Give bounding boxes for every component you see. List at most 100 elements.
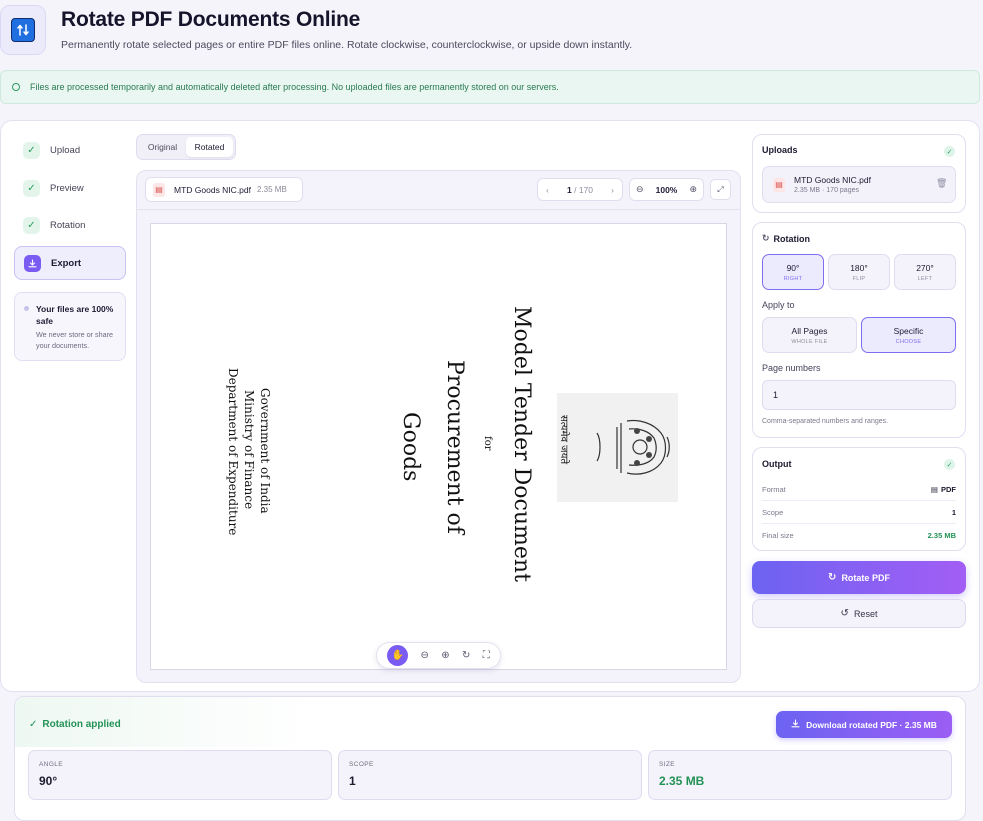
check-icon: ✓	[29, 719, 38, 730]
check-icon: ✓	[23, 216, 40, 234]
doc-for: for	[482, 436, 493, 451]
rotation-applied-text: Rotation applied	[42, 719, 121, 730]
step-preview[interactable]: ✓ Preview	[14, 171, 126, 205]
rotate-pdf-label: Rotate PDF	[841, 572, 890, 583]
rotate-90-button[interactable]: 90° RIGHT	[762, 254, 824, 290]
doc-gov-line2: Ministry of Finance	[242, 390, 256, 510]
apply-all-label: All Pages	[791, 325, 828, 336]
stat-angle: ANGLE 90°	[28, 750, 332, 800]
zoom-in-icon[interactable]: ⊕	[689, 184, 697, 195]
step-label: Preview	[50, 182, 84, 194]
zoom-control: ⊖ 100% ⊕	[629, 178, 704, 201]
rotate-270-angle: 270°	[916, 262, 934, 273]
step-upload[interactable]: ✓ Upload	[14, 133, 126, 167]
expand-icon[interactable]: ⤢	[710, 179, 731, 200]
page-current[interactable]: 1	[567, 185, 572, 195]
uploads-title: Uploads	[762, 145, 798, 155]
step-label: Export	[51, 257, 82, 269]
privacy-notice: Files are processed temporarily and auto…	[0, 70, 980, 104]
uploaded-file[interactable]: ▤ MTD Goods NIC.pdf 2.35 MB · 170 pages	[762, 166, 956, 203]
viewer-file-pill: ▤ MTD Goods NIC.pdf 2.35 MB	[145, 177, 303, 202]
national-emblem	[557, 393, 678, 502]
fullscreen-icon[interactable]: ⛶	[483, 650, 490, 661]
check-icon: ✓	[23, 179, 40, 197]
page-numbers-hint: Comma-separated numbers and ranges.	[762, 418, 889, 425]
doc-goods: Goods	[398, 412, 423, 482]
zoom-out-icon[interactable]: ⊖	[421, 650, 429, 661]
stat-value: 2.35 MB	[659, 774, 705, 788]
zoom-level: 100%	[655, 184, 678, 195]
zoom-out-icon[interactable]: ⊖	[636, 184, 644, 195]
chevron-left-icon[interactable]: ‹	[546, 185, 549, 195]
step-export[interactable]: Export	[14, 246, 126, 280]
download-icon	[24, 254, 41, 272]
step-rotation[interactable]: ✓ Rotation	[14, 208, 126, 242]
viewer-file-size: 2.35 MB	[257, 185, 287, 194]
viewer-file-name: MTD Goods NIC.pdf	[174, 184, 251, 195]
apply-specific-button[interactable]: Specific CHOOSE	[861, 317, 956, 353]
stat-value: 90°	[39, 774, 58, 788]
view-tabs: Original Rotated	[136, 134, 236, 160]
app-logo	[0, 5, 46, 55]
doc-gov-line1: Government of India	[258, 388, 272, 514]
privacy-notice-text: Files are processed temporarily and auto…	[30, 82, 559, 92]
output-row-scope: Scope 1	[762, 501, 956, 524]
rotate-180-angle: 180°	[850, 262, 868, 273]
stat-size: SIZE 2.35 MB	[648, 750, 952, 800]
output-key: Scope	[762, 507, 784, 517]
stat-value: 1	[349, 774, 356, 788]
rotate-icon: ↻	[828, 572, 837, 583]
output-key: Final size	[762, 531, 794, 540]
lock-icon	[24, 306, 29, 311]
trash-icon[interactable]: 🗑	[936, 178, 947, 189]
apply-all-sub: WHOLE FILE	[791, 338, 828, 345]
rotate-180-button[interactable]: 180° FLIP	[828, 254, 890, 290]
page-navigator: ‹ 1 / 170 ›	[537, 178, 623, 201]
output-value: 2.35 MB	[927, 531, 956, 540]
doc-title: Model Tender Document	[509, 306, 534, 582]
refresh-icon[interactable]: ↻	[462, 650, 470, 661]
page-numbers-input[interactable]: 1	[762, 380, 956, 410]
page-subtitle: Permanently rotate selected pages or ent…	[61, 39, 633, 51]
page-total: / 170	[574, 184, 593, 195]
rotate-icon: ↻	[762, 233, 770, 243]
check-icon: ✓	[23, 141, 40, 159]
zoom-in-icon[interactable]: ⊕	[441, 650, 449, 661]
rotate-270-label: LEFT	[917, 275, 933, 282]
safe-info-box: Your files are 100% safe We never store …	[14, 292, 126, 361]
tab-rotated[interactable]: Rotated	[186, 137, 233, 157]
reset-button[interactable]: ↺ Reset	[752, 599, 966, 628]
safe-title: Your files are 100% safe	[36, 304, 114, 326]
stat-key: SIZE	[659, 761, 676, 768]
page-numbers-label: Page numbers	[762, 363, 821, 373]
rotate-270-button[interactable]: 270° LEFT	[894, 254, 956, 290]
output-title: Output	[762, 459, 792, 469]
rotate-pdf-button[interactable]: ↻ Rotate PDF	[752, 561, 966, 594]
shield-icon	[12, 83, 20, 91]
doc-gov-line3: Department of Expenditure	[226, 368, 240, 536]
apply-specific-sub: CHOOSE	[895, 338, 922, 345]
pdf-file-icon: ▤	[153, 182, 165, 197]
stat-key: ANGLE	[39, 761, 64, 768]
uploaded-file-name: MTD Goods NIC.pdf	[794, 175, 871, 185]
output-value: 1	[951, 507, 956, 517]
rotate-180-label: FLIP	[852, 275, 866, 282]
uploaded-file-meta: 2.35 MB · 170 pages	[794, 187, 859, 194]
safe-text: We never store or share your documents.	[36, 330, 113, 350]
rotate-90-label: RIGHT	[783, 275, 803, 282]
rotation-applied-status: ✓ Rotation applied	[29, 719, 121, 730]
rotate-90-angle: 90°	[786, 262, 800, 273]
check-icon: ✓	[944, 146, 955, 157]
output-value: PDF	[941, 484, 956, 494]
download-label: Download rotated PDF · 2.35 MB	[806, 719, 937, 730]
chevron-right-icon[interactable]: ›	[611, 185, 614, 195]
rotate-arrows-icon	[11, 18, 35, 42]
step-label: Upload	[50, 144, 81, 156]
tab-original[interactable]: Original	[139, 137, 186, 157]
hand-pan-icon[interactable]: ✋	[387, 645, 409, 666]
apply-specific-label: Specific	[893, 325, 924, 336]
pdf-file-icon: ▤	[773, 177, 785, 192]
download-button[interactable]: Download rotated PDF · 2.35 MB	[776, 711, 952, 738]
document-icon: ▤	[930, 484, 938, 494]
apply-all-pages-button[interactable]: All Pages WHOLE FILE	[762, 317, 857, 353]
